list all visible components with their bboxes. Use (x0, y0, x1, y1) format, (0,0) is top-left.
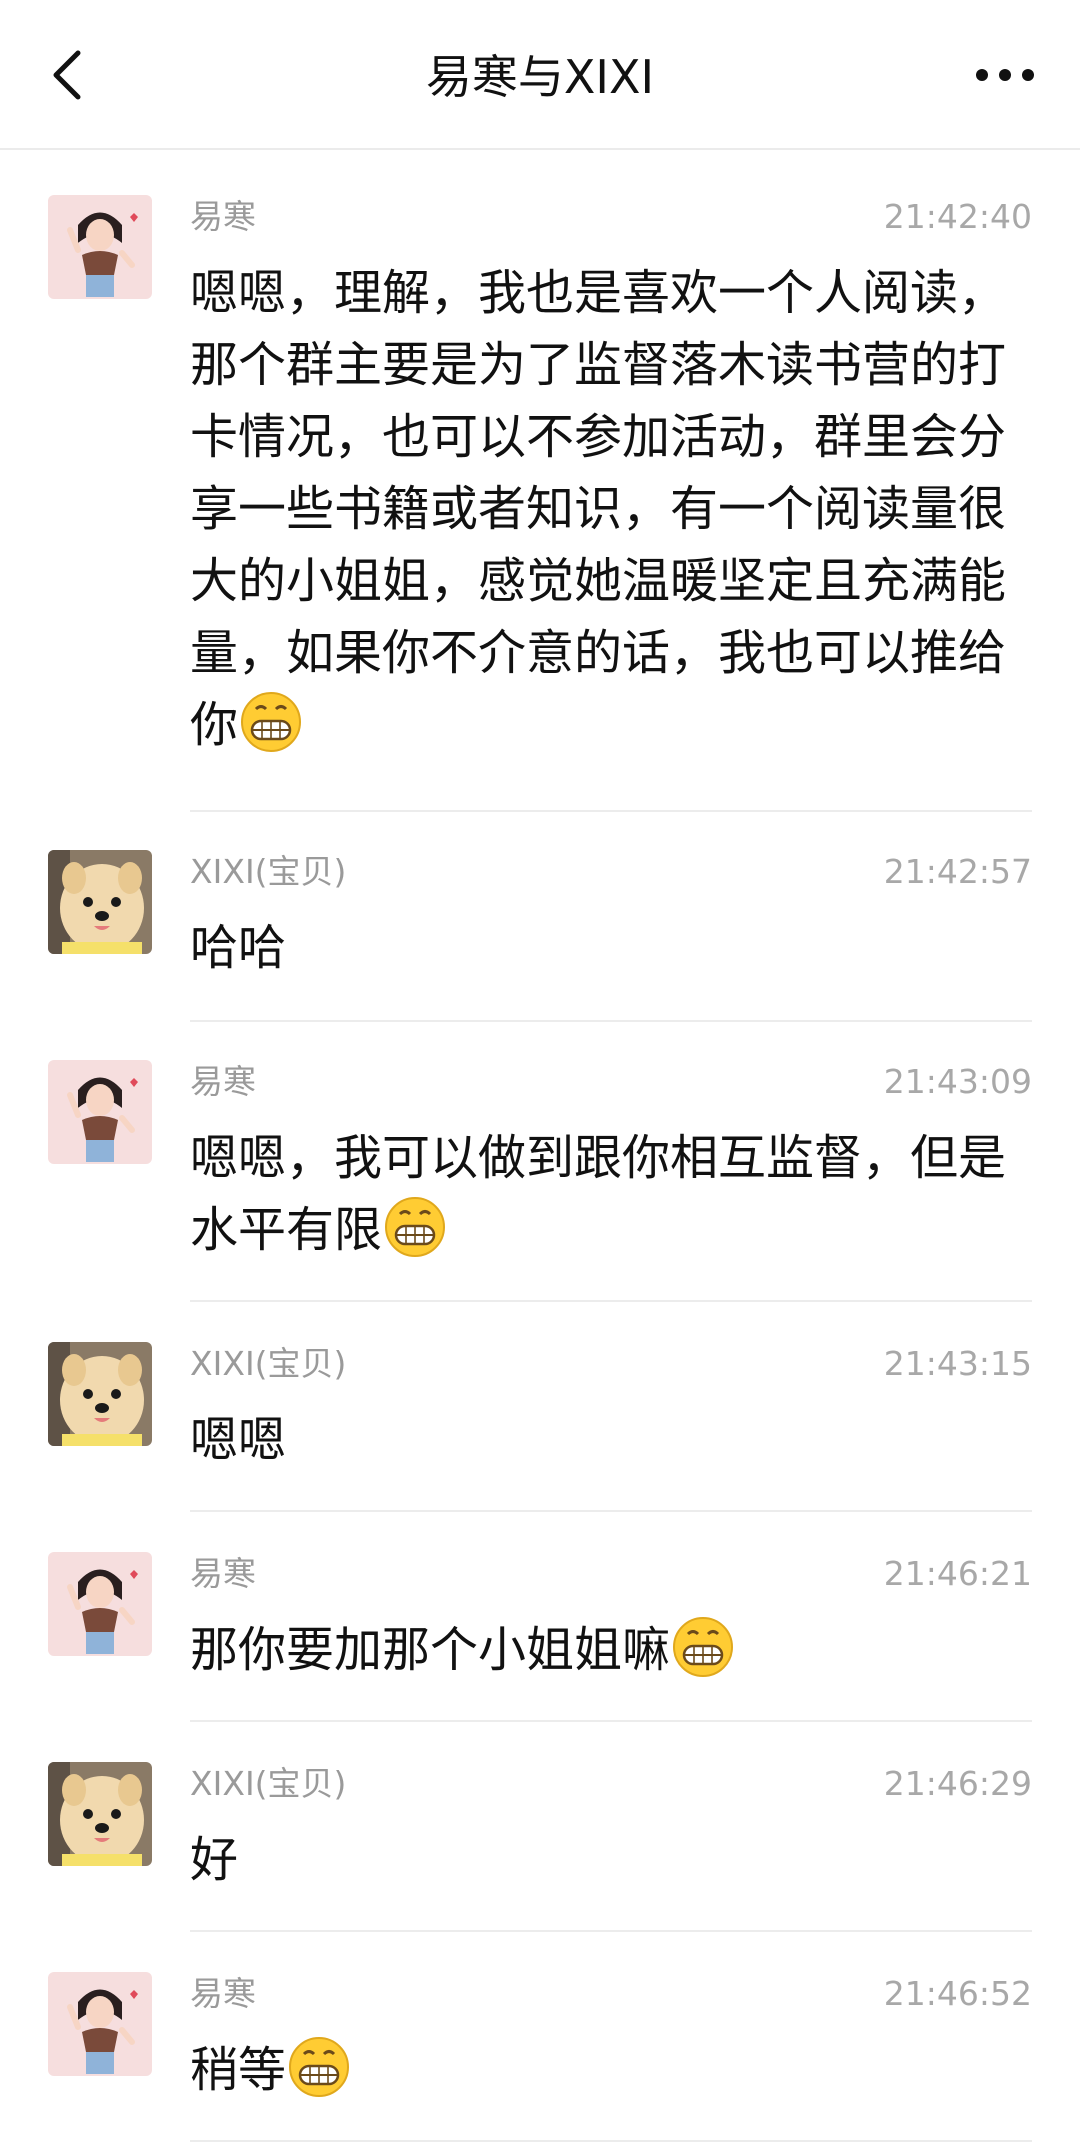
sender-name: 易寒 (190, 1974, 256, 2013)
girl-avatar[interactable] (48, 1972, 152, 2076)
sender-name: 易寒 (190, 1062, 256, 1101)
navigation-bar: 易寒与XIXI (0, 0, 1080, 150)
message-time: 21:46:52 (883, 1974, 1032, 2013)
message-time: 21:43:09 (883, 1062, 1032, 1101)
girl-avatar[interactable] (48, 1060, 152, 1164)
grinning-face-icon (384, 1196, 446, 1258)
girl-avatar[interactable] (48, 195, 152, 299)
message-time: 21:46:21 (883, 1554, 1032, 1593)
message-divider (190, 810, 1032, 812)
sender-name: 易寒 (190, 197, 256, 236)
message-divider (190, 1020, 1032, 1022)
message-text[interactable]: 那你要加那个小姐姐嘛 (190, 1614, 1035, 1686)
message-body: 嗯嗯，我可以做到跟你相互监督，但是水平有限 (190, 1130, 1007, 1258)
message-text[interactable]: 嗯嗯，我可以做到跟你相互监督，但是水平有限 (190, 1122, 1035, 1266)
message-body: 好 (190, 1832, 239, 1888)
dog-avatar[interactable] (48, 1342, 152, 1446)
message-text[interactable]: 哈哈 (190, 912, 1035, 984)
sender-name: 易寒 (190, 1554, 256, 1593)
message-text[interactable]: 嗯嗯，理解，我也是喜欢一个人阅读，那个群主要是为了监督落木读书营的打卡情况，也可… (190, 257, 1035, 761)
message-text[interactable]: 嗯嗯 (190, 1404, 1035, 1476)
message-body: 稍等 (190, 2042, 287, 2098)
more-options-icon[interactable] (970, 55, 1040, 95)
girl-avatar[interactable] (48, 1552, 152, 1656)
message-time: 21:43:15 (883, 1344, 1032, 1383)
sender-name: XIXI(宝贝) (190, 1764, 347, 1803)
message-divider (190, 1510, 1032, 1512)
message-divider (190, 1300, 1032, 1302)
message-time: 21:46:29 (883, 1764, 1032, 1803)
sender-name: XIXI(宝贝) (190, 852, 347, 891)
message-body: 嗯嗯 (190, 1412, 287, 1468)
message-time: 21:42:40 (883, 197, 1032, 236)
sender-name: XIXI(宝贝) (190, 1344, 347, 1383)
dog-avatar[interactable] (48, 850, 152, 954)
grinning-face-icon (240, 691, 302, 753)
message-divider (190, 1930, 1032, 1932)
message-time: 21:42:57 (883, 852, 1032, 891)
grinning-face-icon (672, 1616, 734, 1678)
message-divider (190, 1720, 1032, 1722)
message-body: 哈哈 (190, 920, 287, 976)
dog-avatar[interactable] (48, 1762, 152, 1866)
message-divider (190, 2140, 1032, 2142)
chat-title: 易寒与XIXI (425, 50, 655, 104)
message-text[interactable]: 好 (190, 1824, 1035, 1896)
message-text[interactable]: 稍等 (190, 2034, 1035, 2106)
message-body: 嗯嗯，理解，我也是喜欢一个人阅读，那个群主要是为了监督落木读书营的打卡情况，也可… (190, 265, 1007, 753)
grinning-face-icon (288, 2036, 350, 2098)
message-body: 那你要加那个小姐姐嘛 (190, 1622, 671, 1678)
